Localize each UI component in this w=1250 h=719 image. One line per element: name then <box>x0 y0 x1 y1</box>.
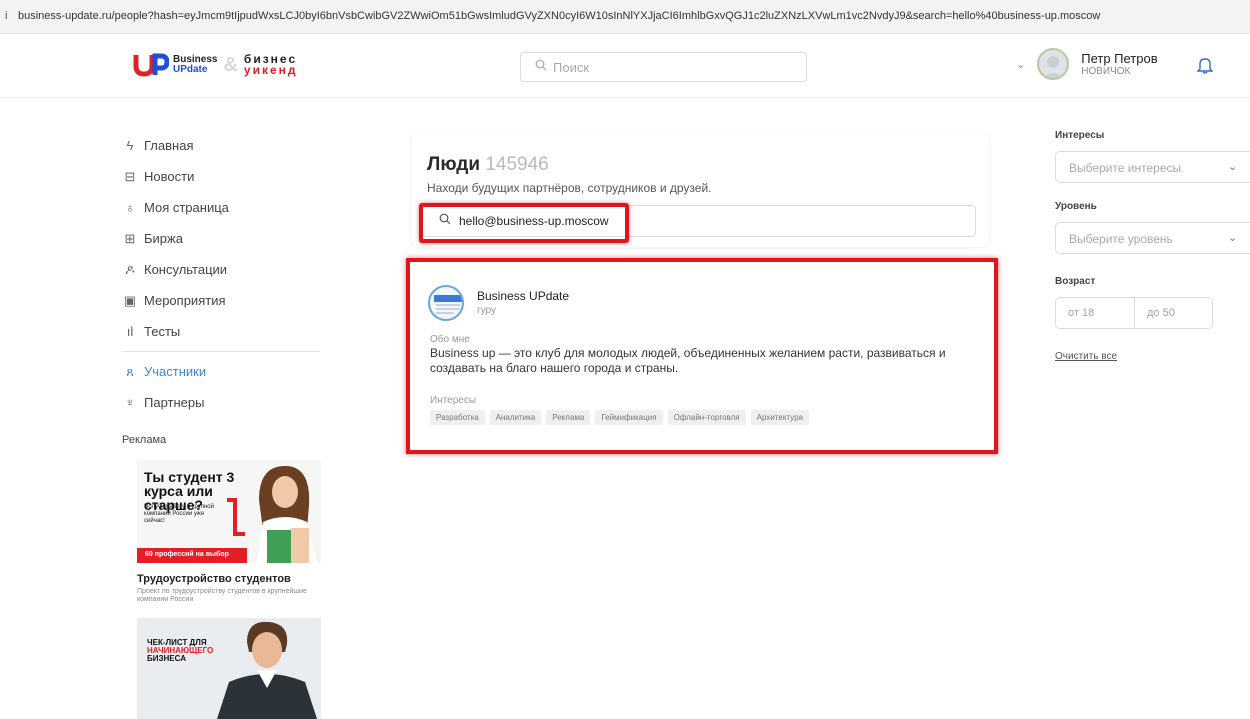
interests-label: Интересы <box>430 395 477 406</box>
avatar[interactable] <box>428 285 464 321</box>
sidebar-item-label: Тесты <box>144 324 181 339</box>
nav-divider <box>122 351 320 352</box>
interest-tag[interactable]: Разработка <box>430 410 485 425</box>
sidebar-item-my-page[interactable]: ♁ Моя страница <box>122 192 322 223</box>
interest-tag[interactable]: Архитектура <box>750 410 809 425</box>
user-level: НОВИЧОК <box>1081 65 1131 77</box>
sidebar-item-events[interactable]: ▣ Мероприятия <box>122 285 322 316</box>
age-range: от 18 до 50 <box>1055 297 1213 329</box>
avatar[interactable] <box>1037 48 1070 80</box>
sidebar-item-label: Главная <box>144 138 194 153</box>
logo-line2: UPdate <box>173 64 208 75</box>
chevron-down-icon: ⌄ <box>1228 232 1238 244</box>
sidebar-item-partners[interactable]: ♆ Партнеры <box>122 387 322 418</box>
sidebar-item-label: Участники <box>144 364 207 379</box>
lightning-icon: ϟ <box>126 138 134 153</box>
sidebar-item-participants[interactable]: ጸ Участники <box>122 356 322 387</box>
interest-tag[interactable]: Офлайн-торговля <box>667 410 746 425</box>
users-icon: ጸ <box>126 363 134 379</box>
ad-description: Проект по трудоустройству студентов в кр… <box>137 588 307 603</box>
ads-heading: Реклама <box>122 434 167 446</box>
calendar-icon: ▣ <box>123 292 137 308</box>
arrow-icon <box>227 498 245 536</box>
interest-tag[interactable]: Реклама <box>546 410 591 425</box>
search-icon <box>535 58 547 76</box>
interests-placeholder: Выберите интересы <box>1069 161 1182 175</box>
about-text: Business up — это клуб для молодых людей… <box>430 346 946 375</box>
award-icon: ♆ <box>125 395 135 410</box>
level-select[interactable]: Выберите уровень ⌄ <box>1055 222 1250 254</box>
sidebar-item-consultations[interactable]: ዶ Консультации <box>122 254 322 285</box>
url-text[interactable]: business-update.ru/people?hash=eyJmcm9tI… <box>18 10 1100 22</box>
consult-icon: ዶ <box>125 261 135 277</box>
page-title-text: Люди <box>427 154 481 175</box>
logo-ru-line2: уикенд <box>243 63 298 77</box>
ad-band-text: 60 профессий на выбор <box>145 551 229 558</box>
ad-banner-students[interactable]: Ты студент 3 курса или старше? Получи ра… <box>137 460 321 563</box>
sidebar-item-label: Мероприятия <box>144 293 226 308</box>
sidebar-item-news[interactable]: ⊟ Новости <box>122 161 322 192</box>
age-to-input[interactable]: до 50 <box>1134 298 1212 328</box>
age-from-value: от 18 <box>1068 307 1095 319</box>
bars-icon: ıl <box>126 324 134 339</box>
interests-select[interactable]: Выберите интересы ⌄ <box>1055 151 1250 183</box>
sidebar-item-home[interactable]: ϟ Главная <box>122 130 322 161</box>
sidebar-item-label: Новости <box>144 169 195 184</box>
sidebar-item-label: Моя страница <box>144 200 229 215</box>
newspaper-icon: ⊟ <box>124 168 136 184</box>
age-filter-label: Возраст <box>1055 276 1096 287</box>
filters-panel: Интересы Выберите интересы ⌄ Уровень Выб… <box>1055 130 1250 362</box>
user-icon: ♁ <box>125 200 135 215</box>
browser-address-bar[interactable]: i business-update.ru/people?hash=eyJmcm9… <box>0 0 1250 34</box>
page-subtitle: Находи будущих партнёров, сотрудников и … <box>427 181 712 195</box>
person-result-card[interactable]: Business UPdate гуру Обо мне Business up… <box>406 258 998 454</box>
level-filter-label: Уровень <box>1055 201 1097 212</box>
ad2-headline: ЧЕК-ЛИСТ ДЛЯ НАЧИНАЮЩЕГО БИЗНЕСА <box>147 639 213 663</box>
user-menu[interactable]: ⌄ Петр Петров НОВИЧОК <box>1016 48 1158 80</box>
ad-banner-checklist[interactable]: ЧЕК-ЛИСТ ДЛЯ НАЧИНАЮЩЕГО БИЗНЕСА <box>137 618 321 719</box>
sidebar-item-label: Партнеры <box>144 395 205 410</box>
info-icon[interactable]: i <box>5 10 7 22</box>
chevron-down-icon[interactable]: ⌄ <box>1016 58 1025 71</box>
search-placeholder: Поиск <box>553 59 590 75</box>
ad2-line3: БИЗНЕСА <box>147 654 186 663</box>
interest-tag[interactable]: Аналитика <box>489 410 542 425</box>
ad-subtext: Получи работу в крупной компании России … <box>144 504 214 524</box>
user-name: Петр Петров <box>1081 50 1158 66</box>
logo-ampersand: & <box>223 53 238 76</box>
global-search-input[interactable]: Поиск <box>520 52 807 82</box>
age-from-input[interactable]: от 18 <box>1056 298 1134 328</box>
sidebar-nav: ϟ Главная ⊟ Новости ♁ Моя страница ⊞ Бир… <box>122 130 322 418</box>
page-title: Люди 145946 <box>427 154 549 176</box>
clear-all-link[interactable]: Очистить все <box>1055 351 1250 362</box>
people-count: 145946 <box>485 154 549 175</box>
chevron-down-icon: ⌄ <box>1228 161 1238 173</box>
sidebar-item-label: Биржа <box>144 231 183 246</box>
interest-tags: Разработка Аналитика Реклама Геймификаци… <box>430 410 809 425</box>
sidebar-item-tests[interactable]: ıl Тесты <box>122 316 322 347</box>
logo[interactable]: Business UPdate & бизнес уикенд <box>133 52 298 78</box>
logo-ru: бизнес уикенд <box>243 53 298 77</box>
interest-tag[interactable]: Геймификация <box>595 410 663 425</box>
level-placeholder: Выберите уровень <box>1069 232 1173 246</box>
search-highlight-annotation <box>419 203 629 243</box>
bell-icon[interactable] <box>1196 56 1214 79</box>
logo-mark-icon <box>133 52 170 78</box>
exchange-icon: ⊞ <box>124 230 136 246</box>
person-level: гуру <box>477 305 496 316</box>
logo-text: Business UPdate <box>173 55 217 75</box>
ad-title[interactable]: Трудоустройство студентов <box>137 573 291 585</box>
student-photo-icon <box>257 466 317 563</box>
businessman-photo-icon <box>217 621 317 719</box>
about-label: Обо мне <box>430 334 470 345</box>
sidebar-item-exchange[interactable]: ⊞ Биржа <box>122 223 322 254</box>
age-to-value: до 50 <box>1147 307 1175 319</box>
sidebar-item-label: Консультации <box>144 262 228 277</box>
person-name[interactable]: Business UPdate <box>477 289 569 303</box>
site-header: Business UPdate & бизнес уикенд Поиск ⌄ … <box>0 34 1250 98</box>
user-info[interactable]: Петр Петров НОВИЧОК <box>1081 50 1158 77</box>
ad-band: 60 профессий на выбор <box>137 548 247 563</box>
interests-filter-label: Интересы <box>1055 130 1105 141</box>
